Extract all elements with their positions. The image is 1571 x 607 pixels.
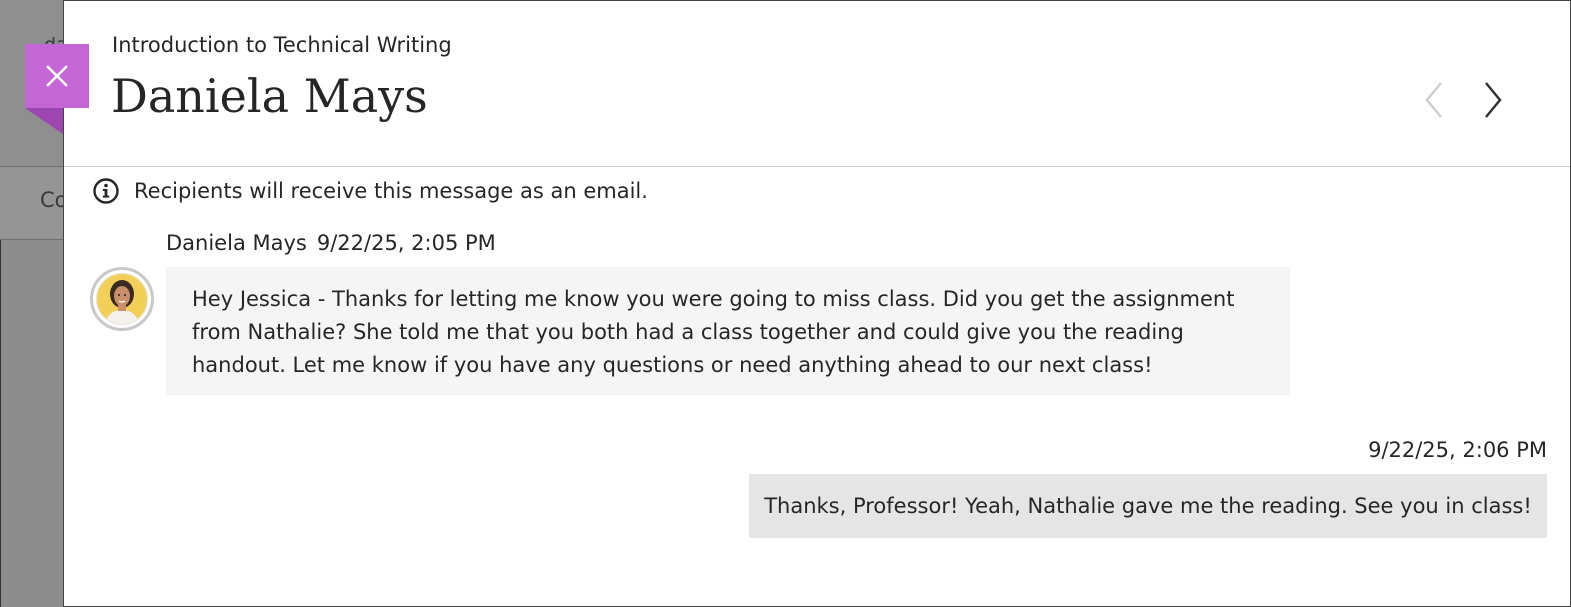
chevron-left-icon — [1425, 82, 1442, 118]
message-sender: Daniela Mays — [166, 231, 307, 255]
user-avatar-icon — [96, 273, 148, 325]
info-icon — [93, 178, 119, 204]
conversation-panel: Introduction to Technical Writing Daniel… — [63, 0, 1571, 607]
outgoing-message-text: Thanks, Professor! Yeah, Nathalie gave m… — [764, 494, 1532, 518]
course-name: Introduction to Technical Writing — [112, 33, 452, 57]
message-timestamp: 9/22/25, 2:05 PM — [316, 231, 496, 255]
chevron-right-icon — [1485, 82, 1502, 118]
previous-conversation-button[interactable] — [1419, 79, 1449, 121]
incoming-message: Hey Jessica - Thanks for letting me know… — [166, 267, 1290, 395]
outgoing-message: Thanks, Professor! Yeah, Nathalie gave m… — [749, 474, 1547, 538]
email-notice: Recipients will receive this message as … — [92, 177, 648, 205]
message-header: Daniela Mays 9/22/25, 2:05 PM — [166, 231, 496, 255]
page-title: Daniela Mays — [111, 69, 428, 123]
notice-text: Recipients will receive this message as … — [134, 179, 648, 203]
close-button[interactable] — [25, 44, 89, 108]
panel-header: Introduction to Technical Writing Daniel… — [64, 1, 1570, 167]
message-timestamp: 9/22/25, 2:06 PM — [1368, 438, 1547, 462]
next-conversation-button[interactable] — [1478, 79, 1508, 121]
avatar — [90, 267, 154, 331]
close-button-fold — [25, 108, 63, 134]
close-icon — [46, 65, 68, 87]
